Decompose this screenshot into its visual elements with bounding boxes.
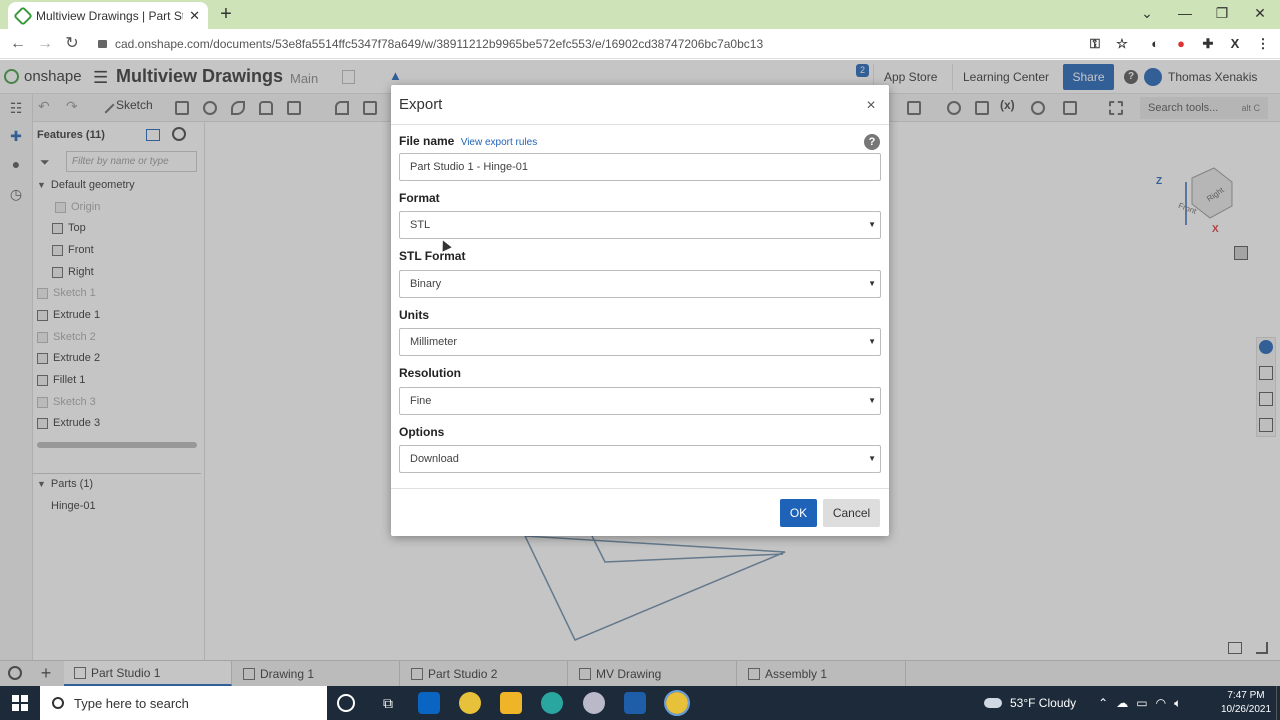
cancel-button[interactable]: Cancel bbox=[823, 499, 880, 527]
options-value: Download bbox=[410, 453, 459, 465]
x-extension-icon[interactable]: X bbox=[1226, 35, 1244, 53]
windows-start-icon[interactable] bbox=[12, 695, 28, 711]
browser-tab-title: Multiview Drawings | Part Studio bbox=[36, 8, 183, 23]
taskbar-search-placeholder: Type here to search bbox=[74, 695, 189, 711]
clock-date: 10/26/2021 bbox=[1220, 704, 1272, 715]
lock-icon bbox=[98, 40, 107, 48]
units-value: Millimeter bbox=[410, 336, 458, 348]
show-desktop-button[interactable] bbox=[1276, 686, 1280, 720]
chrome-active-icon[interactable] bbox=[664, 690, 690, 716]
reload-icon[interactable]: ↻ bbox=[61, 33, 83, 55]
onshape-favicon-icon bbox=[13, 5, 33, 26]
app-x-icon[interactable] bbox=[624, 692, 646, 714]
file-explorer-icon[interactable] bbox=[500, 692, 522, 714]
view-export-rules-link[interactable]: View export rules bbox=[461, 137, 538, 148]
resolution-value: Fine bbox=[410, 395, 432, 407]
onedrive-icon[interactable]: ☁ bbox=[1116, 696, 1128, 710]
chrome-icon[interactable] bbox=[459, 692, 481, 714]
forward-icon[interactable]: → bbox=[34, 33, 56, 55]
show-hidden-icons-icon[interactable]: ⌃ bbox=[1098, 696, 1108, 710]
close-window-button[interactable]: ✕ bbox=[1245, 3, 1275, 23]
resolution-label: Resolution bbox=[399, 366, 461, 380]
new-tab-button[interactable]: + bbox=[216, 3, 236, 25]
format-select[interactable]: STL ▼ bbox=[399, 211, 881, 239]
ok-button[interactable]: OK bbox=[780, 499, 817, 527]
format-value: STL bbox=[410, 219, 431, 231]
bookmark-star-icon[interactable]: ☆ bbox=[1113, 35, 1131, 53]
cortana-icon[interactable] bbox=[337, 694, 355, 712]
clock-time: 7:47 PM bbox=[1227, 690, 1265, 701]
close-icon[interactable]: × bbox=[863, 97, 879, 115]
extension-record-icon[interactable]: ● bbox=[1172, 35, 1190, 53]
format-label: Format bbox=[399, 191, 440, 205]
back-icon[interactable]: ← bbox=[7, 33, 29, 55]
resolution-select[interactable]: Fine ▼ bbox=[399, 387, 881, 415]
file-name-label: File name bbox=[399, 134, 455, 148]
cloudy-weather-icon bbox=[984, 698, 1002, 708]
volume-icon[interactable]: 🔈︎ bbox=[1174, 696, 1181, 711]
tab-search-chevron-icon[interactable]: ⌄ bbox=[1132, 3, 1162, 23]
taskbar-search-field[interactable]: Type here to search bbox=[40, 686, 327, 720]
stl-format-value: Binary bbox=[410, 278, 442, 290]
dropdown-arrow-icon: ▼ bbox=[868, 396, 876, 405]
outlook-icon[interactable] bbox=[418, 692, 440, 714]
options-label: Options bbox=[399, 425, 445, 439]
puzzle-extensions-icon[interactable]: ✚ bbox=[1199, 35, 1217, 53]
browser-tab[interactable]: Multiview Drawings | Part Studio ✕ bbox=[8, 2, 208, 29]
wifi-icon[interactable]: ◠ bbox=[1156, 696, 1166, 710]
url-text: cad.onshape.com/documents/53e8fa5514ffc5… bbox=[115, 37, 764, 51]
maximize-window-button[interactable]: ❐ bbox=[1207, 3, 1237, 23]
url-field[interactable]: cad.onshape.com/documents/53e8fa5514ffc5… bbox=[92, 33, 1136, 55]
dropdown-arrow-icon: ▼ bbox=[868, 220, 876, 229]
edge-icon[interactable] bbox=[541, 692, 563, 714]
battery-icon[interactable]: ▭ bbox=[1136, 696, 1147, 710]
dialog-divider bbox=[391, 124, 889, 125]
minimize-window-button[interactable]: — bbox=[1170, 3, 1200, 23]
dialog-title: Export bbox=[399, 96, 443, 113]
file-name-label-row: File name View export rules bbox=[399, 134, 537, 148]
search-icon bbox=[52, 697, 64, 709]
close-tab-icon[interactable]: ✕ bbox=[189, 8, 200, 24]
units-label: Units bbox=[399, 308, 429, 322]
stl-format-select[interactable]: Binary ▼ bbox=[399, 270, 881, 298]
weather-text[interactable]: 53°F Cloudy bbox=[1010, 696, 1076, 710]
dropdown-arrow-icon: ▼ bbox=[868, 337, 876, 346]
browser-menu-icon[interactable]: ⋮ bbox=[1254, 35, 1272, 53]
task-view-icon[interactable]: ⧉ bbox=[377, 692, 399, 714]
extension-icon[interactable]: ◐ bbox=[1146, 35, 1164, 53]
snip-tool-icon[interactable] bbox=[583, 692, 605, 714]
stl-format-label: STL Format bbox=[399, 249, 466, 263]
options-select[interactable]: Download ▼ bbox=[399, 445, 881, 473]
taskbar-clock[interactable]: 7:47 PM 10/26/2021 bbox=[1218, 689, 1274, 717]
dropdown-arrow-icon: ▼ bbox=[868, 279, 876, 288]
dialog-footer-divider bbox=[391, 488, 889, 489]
units-select[interactable]: Millimeter ▼ bbox=[399, 328, 881, 356]
system-tray: 53°F Cloudy ⌃ ☁ ▭ ◠ 🔈︎ bbox=[984, 686, 1181, 720]
file-name-input[interactable]: Part Studio 1 - Hinge-01 bbox=[399, 153, 881, 181]
dropdown-arrow-icon: ▼ bbox=[868, 454, 876, 463]
help-question-icon[interactable]: ? bbox=[864, 134, 880, 150]
key-icon[interactable]: ⚿ bbox=[1086, 35, 1104, 53]
